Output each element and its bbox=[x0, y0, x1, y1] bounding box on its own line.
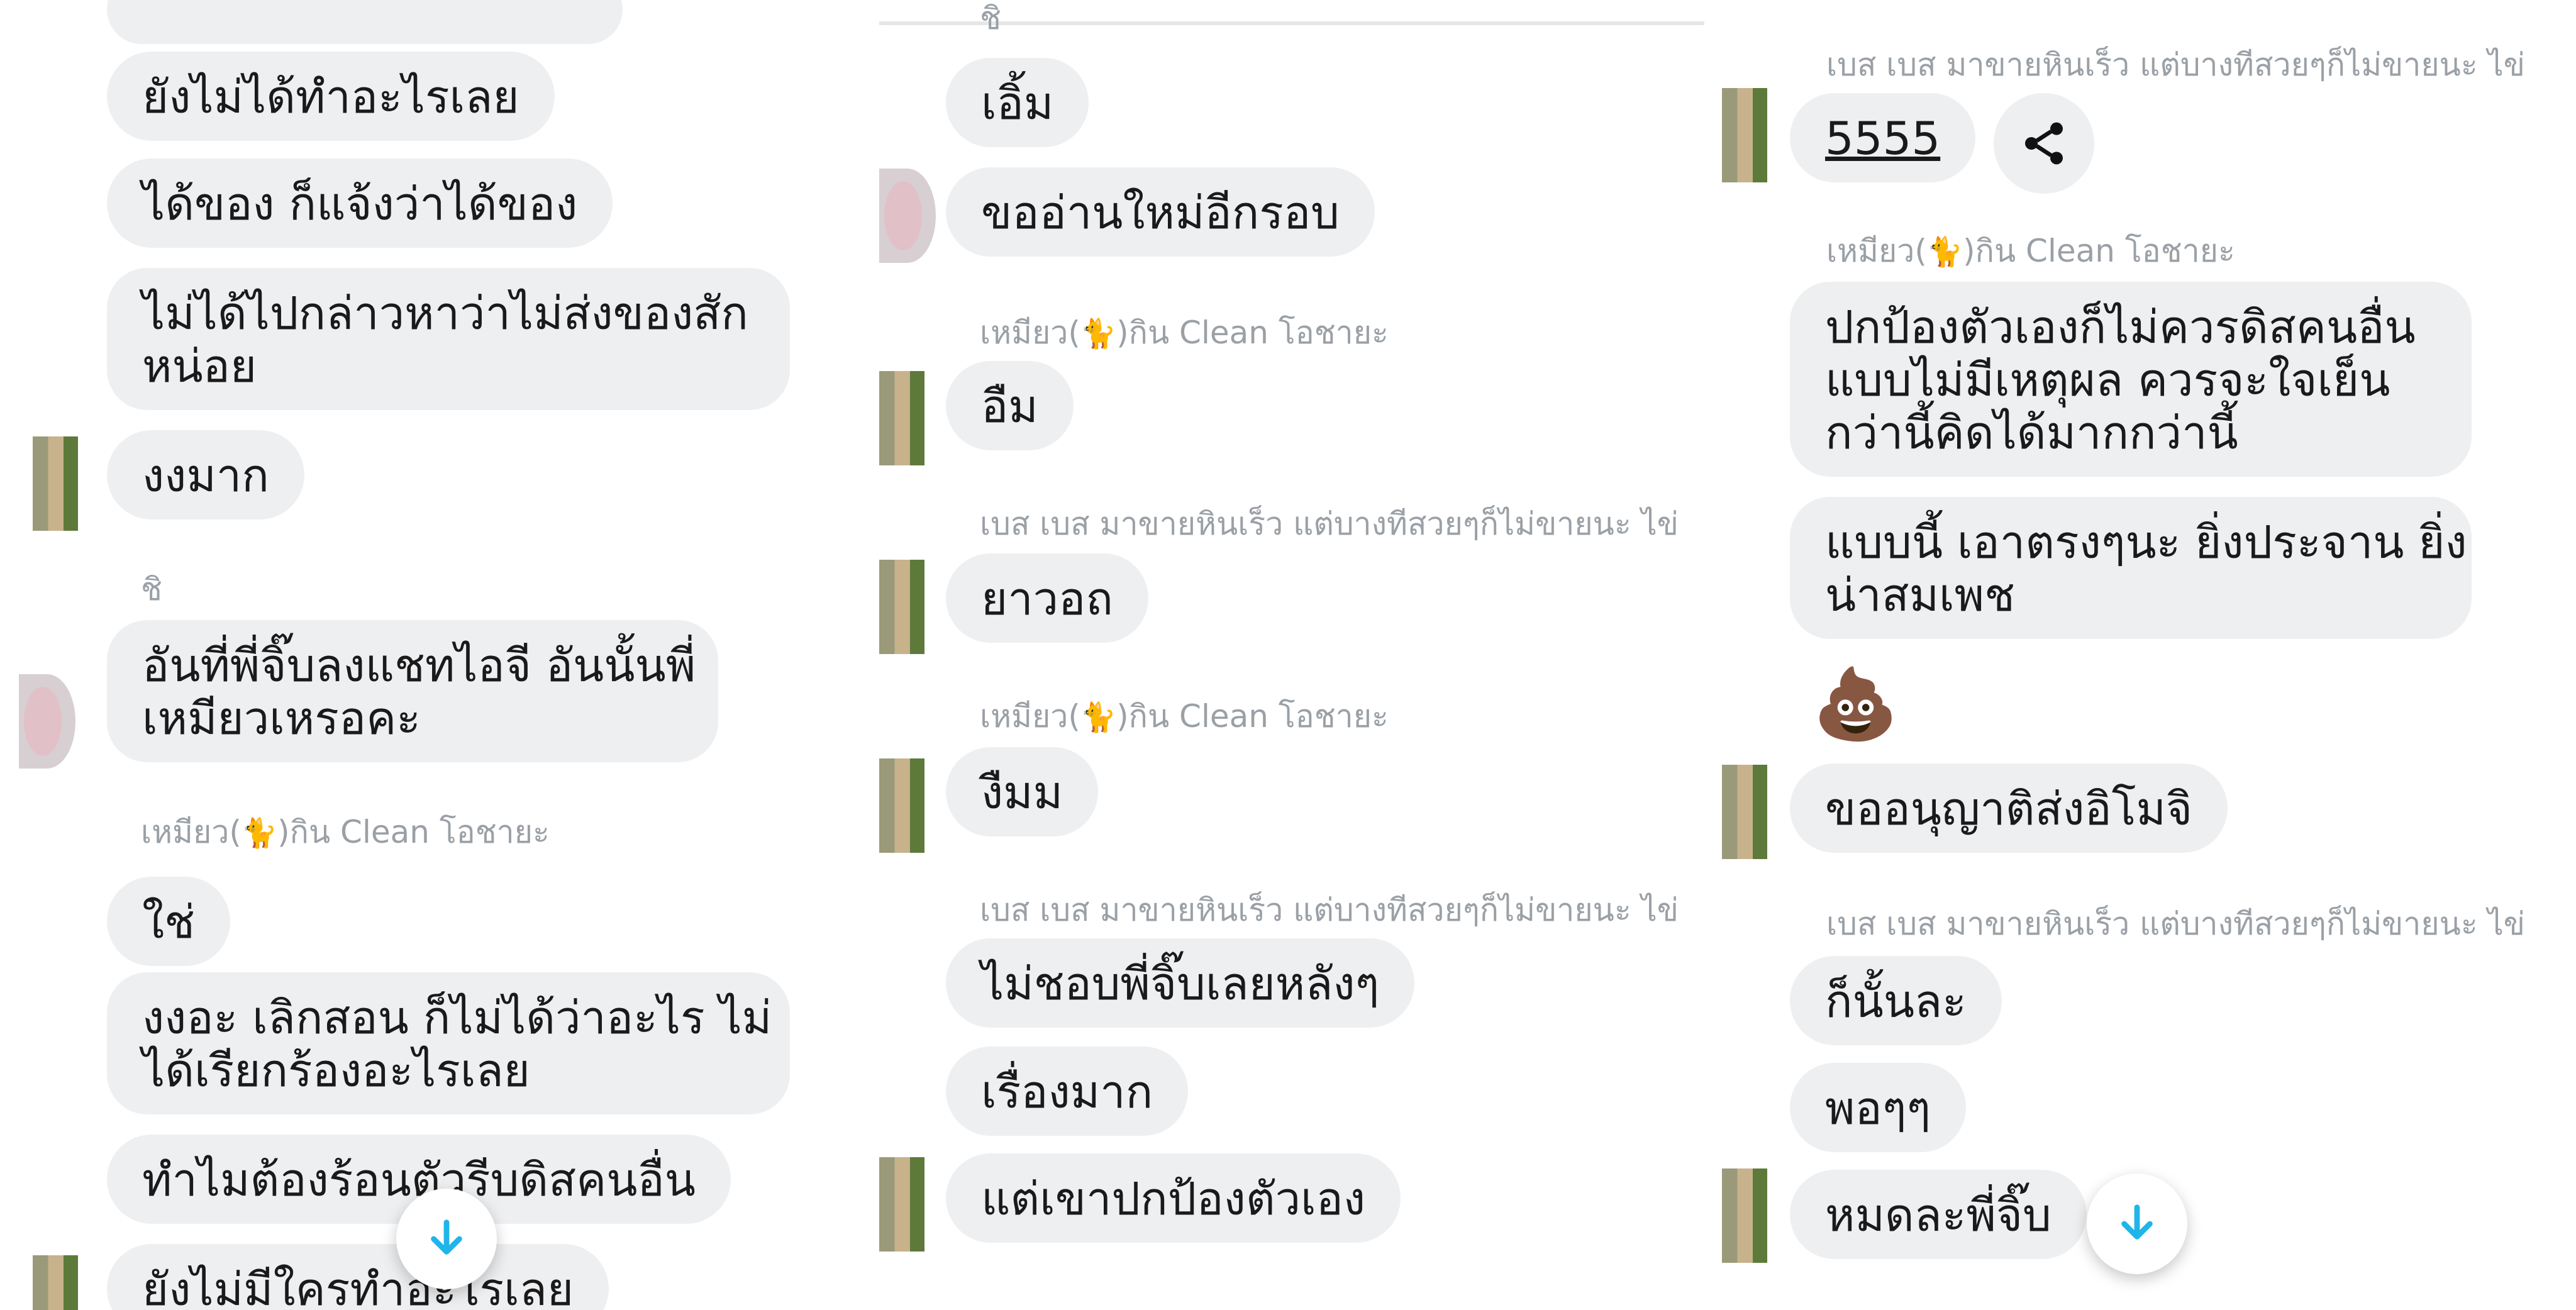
avatar[interactable] bbox=[1722, 88, 1767, 182]
message-text: ยาวอถ bbox=[981, 572, 1113, 625]
sender-name: เหมียว(🐈)กิน Clean โอชายะ bbox=[1826, 233, 2235, 269]
message-bubble[interactable]: หมดละพี่จิ๊บ bbox=[1790, 1170, 2087, 1259]
cat-icon: 🐈 bbox=[1926, 235, 1963, 269]
cat-icon: 🐈 bbox=[1080, 316, 1117, 350]
message-text: งงอะ เลิกสอน ก็ไม่ได้ว่าอะไร ไม่ bbox=[142, 991, 772, 1044]
share-icon bbox=[2025, 122, 2063, 165]
chat-panel-1: ยังไม่ได้ทำอะไรเลย ได้ของ ก็แจ้งว่าได้ขอ… bbox=[0, 0, 862, 1310]
message-bubble[interactable]: ปกป้องตัวเองก็ไม่ควรดิสคนอื่น แบบไม่มีเห… bbox=[1790, 282, 2472, 477]
message-bubble[interactable]: ก็นั้นละ bbox=[1790, 956, 2002, 1045]
message-bubble[interactable]: ไม่ได้ไปกล่าวหาว่าไม่ส่งของสัก หน่อย bbox=[107, 268, 790, 410]
arrow-down-icon bbox=[431, 1219, 462, 1255]
message-bubble[interactable]: งงมาก bbox=[107, 430, 304, 519]
message-bubble[interactable]: พอๆๆ bbox=[1790, 1063, 1967, 1152]
message-text: ก็นั้นละ bbox=[1825, 975, 1967, 1028]
message-text: ขออนุญาติส่งอิโมจิ bbox=[1825, 782, 2193, 835]
sender-name: เบส เบส มาขายหินเร็ว แต่บางทีสวยๆก็ไม่ขา… bbox=[1826, 47, 2525, 83]
message-bubble[interactable]: แบบนี้ เอาตรงๆนะ ยิ่งประจาน ยิ่ง น่าสมเพ… bbox=[1790, 497, 2472, 639]
message-bubble[interactable]: ไม่ชอบพี่จิ๊บเลยหลังๆ bbox=[946, 938, 1415, 1028]
chat-panel-3: เบส เบส มาขายหินเร็ว แต่บางทีสวยๆก็ไม่ขา… bbox=[1722, 0, 2576, 1310]
avatar[interactable] bbox=[33, 1255, 78, 1310]
sender-name: ชิ bbox=[980, 0, 1001, 36]
message-text: ยังไม่มีใครทำอะไรเลย bbox=[142, 1263, 574, 1310]
message-text: เรื่องมาก bbox=[981, 1065, 1153, 1118]
message-bubble[interactable]: ขออ่านใหม่อีกรอบ bbox=[946, 167, 1375, 257]
message-bubble[interactable]: ขออนุญาติส่งอิโมจิ bbox=[1790, 763, 2228, 853]
avatar[interactable] bbox=[879, 169, 936, 263]
message-thread[interactable]: เบส เบส มาขายหินเร็ว แต่บางทีสวยๆก็ไม่ขา… bbox=[1722, 0, 2576, 1310]
cat-icon: 🐈 bbox=[1080, 700, 1117, 734]
message-text: แบบนี้ เอาตรงๆนะ ยิ่งประจาน ยิ่ง bbox=[1825, 516, 2467, 569]
panel-gutter bbox=[1704, 0, 1722, 1310]
message-text: หน่อย bbox=[142, 340, 257, 392]
sender-name: เหมียว(🐈)กิน Clean โอชายะ bbox=[980, 698, 1389, 735]
message-thread[interactable]: ยังไม่ได้ทำอะไรเลย ได้ของ ก็แจ้งว่าได้ขอ… bbox=[0, 0, 862, 1310]
message-text: งงมาก bbox=[142, 449, 269, 502]
message-text: กว่านี้คิดได้มากกว่านี้ bbox=[1825, 406, 2238, 459]
avatar[interactable] bbox=[879, 1157, 924, 1252]
message-bubble[interactable]: เรื่องมาก bbox=[946, 1046, 1189, 1136]
message-text: ขออ่านใหม่อีกรอบ bbox=[981, 186, 1340, 239]
message-text: อันที่พี่จิ๊บลงแชทไอจี อันนั้นพี่ bbox=[142, 639, 696, 692]
message-text: แต่เขาปกป้องตัวเอง bbox=[981, 1172, 1366, 1225]
avatar[interactable] bbox=[879, 758, 924, 853]
message-bubble[interactable]: ยังไม่มีใครทำอะไรเลย bbox=[107, 1244, 609, 1310]
message-bubble-partial[interactable] bbox=[107, 0, 623, 44]
message-text: ยังไม่ได้ทำอะไรเลย bbox=[142, 70, 519, 123]
message-bubble[interactable]: ใช่ bbox=[107, 877, 231, 966]
message-bubble[interactable]: อืม bbox=[946, 361, 1074, 450]
message-text: งืมม bbox=[981, 766, 1063, 819]
avatar[interactable] bbox=[879, 560, 924, 654]
avatar[interactable] bbox=[33, 436, 78, 531]
message-text: ปกป้องตัวเองก็ไม่ควรดิสคนอื่น bbox=[1825, 301, 2416, 353]
sender-name: เบส เบส มาขายหินเร็ว แต่บางทีสวยๆก็ไม่ขา… bbox=[980, 506, 1679, 542]
message-text: แบบไม่มีเหตุผล ควรจะใจเย็น bbox=[1825, 353, 2390, 406]
share-button[interactable] bbox=[1994, 93, 2094, 194]
avatar[interactable] bbox=[1722, 765, 1767, 859]
message-bubble[interactable]: งงอะ เลิกสอน ก็ไม่ได้ว่าอะไร ไม่ ได้เรีย… bbox=[107, 972, 790, 1114]
chat-panel-2: ชิ เอิ้ม ขออ่านใหม่อีกรอบ เหมียว(🐈)กิน C… bbox=[879, 0, 1704, 1310]
divider bbox=[879, 21, 1704, 25]
scroll-down-button[interactable] bbox=[396, 1189, 497, 1289]
message-text: หมดละพี่จิ๊บ bbox=[1825, 1189, 2051, 1241]
sender-name: เหมียว(🐈)กิน Clean โอชายะ bbox=[141, 814, 550, 850]
message-text: ไม่ชอบพี่จิ๊บเลยหลังๆ bbox=[981, 957, 1380, 1010]
message-text: ได้ของ ก็แจ้งว่าได้ของ bbox=[142, 177, 578, 230]
scroll-down-button[interactable] bbox=[2087, 1174, 2187, 1274]
message-text: ไม่ได้ไปกล่าวหาว่าไม่ส่งของสัก bbox=[142, 287, 748, 340]
message-bubble[interactable]: งืมม bbox=[946, 747, 1099, 836]
message-text: อืม bbox=[981, 380, 1038, 433]
message-bubble[interactable]: เอิ้ม bbox=[946, 58, 1089, 147]
message-bubble[interactable]: ยาวอถ bbox=[946, 553, 1148, 643]
sender-name: ชิ bbox=[141, 571, 162, 608]
avatar[interactable] bbox=[1722, 1168, 1767, 1263]
message-text: เหมียวเหรอคะ bbox=[142, 692, 421, 745]
panel-gutter bbox=[862, 0, 879, 1310]
poop-emoji[interactable]: 💩 bbox=[1813, 669, 1899, 738]
sender-name: เบส เบส มาขายหินเร็ว แต่บางทีสวยๆก็ไม่ขา… bbox=[980, 892, 1679, 928]
arrow-down-icon bbox=[2121, 1204, 2153, 1240]
message-text: เอิ้ม bbox=[981, 77, 1054, 130]
message-text: พอๆๆ bbox=[1825, 1082, 1931, 1135]
message-bubble[interactable]: ได้ของ ก็แจ้งว่าได้ของ bbox=[107, 158, 613, 248]
message-bubble[interactable]: แต่เขาปกป้องตัวเอง bbox=[946, 1153, 1401, 1243]
message-text: ใช่ bbox=[142, 896, 196, 948]
message-bubble[interactable]: อันที่พี่จิ๊บลงแชทไอจี อันนั้นพี่ เหมียว… bbox=[107, 620, 718, 762]
message-thread[interactable]: ชิ เอิ้ม ขออ่านใหม่อีกรอบ เหมียว(🐈)กิน C… bbox=[879, 0, 1704, 1310]
message-text: ได้เรียกร้องอะไรเลย bbox=[142, 1044, 530, 1097]
message-bubble[interactable]: 5555 bbox=[1790, 93, 1976, 182]
message-text: น่าสมเพช bbox=[1825, 569, 2015, 621]
avatar[interactable] bbox=[879, 371, 924, 465]
sender-name: เบส เบส มาขายหินเร็ว แต่บางทีสวยๆก็ไม่ขา… bbox=[1826, 906, 2525, 942]
sender-name: เหมียว(🐈)กิน Clean โอชายะ bbox=[980, 314, 1389, 351]
message-link[interactable]: 5555 bbox=[1825, 112, 1940, 165]
avatar[interactable] bbox=[19, 674, 75, 769]
message-bubble[interactable]: ยังไม่ได้ทำอะไรเลย bbox=[107, 52, 555, 141]
cat-icon: 🐈 bbox=[241, 816, 278, 850]
